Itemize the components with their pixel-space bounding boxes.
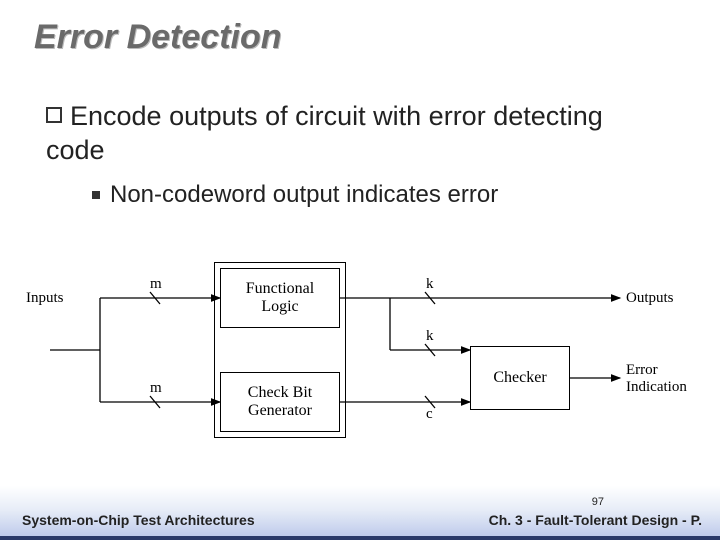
diagram-wires [30, 250, 690, 460]
functional-logic-block: Functional Logic [220, 268, 340, 328]
inputs-label: Inputs [26, 290, 64, 307]
check-bit-generator-block: Check Bit Generator [220, 372, 340, 432]
bullet-1-text: Encode outputs of circuit with error det… [46, 101, 603, 165]
error-indication-label: Error Indication [626, 362, 687, 395]
k-label-mid: k [426, 328, 434, 345]
bullet-2-text: Non-codeword output indicates error [110, 181, 498, 208]
hollow-square-icon [46, 107, 62, 123]
bullet-level-2: Non-codeword output indicates error [92, 180, 660, 210]
footer-blue-line [0, 536, 720, 540]
k-label-top: k [426, 276, 434, 293]
page-number: 97 [592, 496, 604, 508]
checker-block: Checker [470, 346, 570, 410]
c-label: c [426, 406, 433, 423]
slide: Error Detection Encode outputs of circui… [0, 0, 720, 540]
outputs-label: Outputs [626, 290, 674, 307]
m-label-bottom: m [150, 380, 162, 397]
filled-square-icon [92, 191, 100, 199]
slide-title: Error Detection [34, 18, 282, 57]
block-diagram: Functional Logic Check Bit Generator Che… [30, 250, 690, 460]
m-label-top: m [150, 276, 162, 293]
footer-bar: 97 System-on-Chip Test Architectures Ch.… [0, 486, 720, 540]
footer-right-text: Ch. 3 - Fault-Tolerant Design - P. [489, 512, 702, 528]
bullet-level-1: Encode outputs of circuit with error det… [46, 100, 660, 168]
footer-left-text: System-on-Chip Test Architectures [22, 512, 255, 528]
